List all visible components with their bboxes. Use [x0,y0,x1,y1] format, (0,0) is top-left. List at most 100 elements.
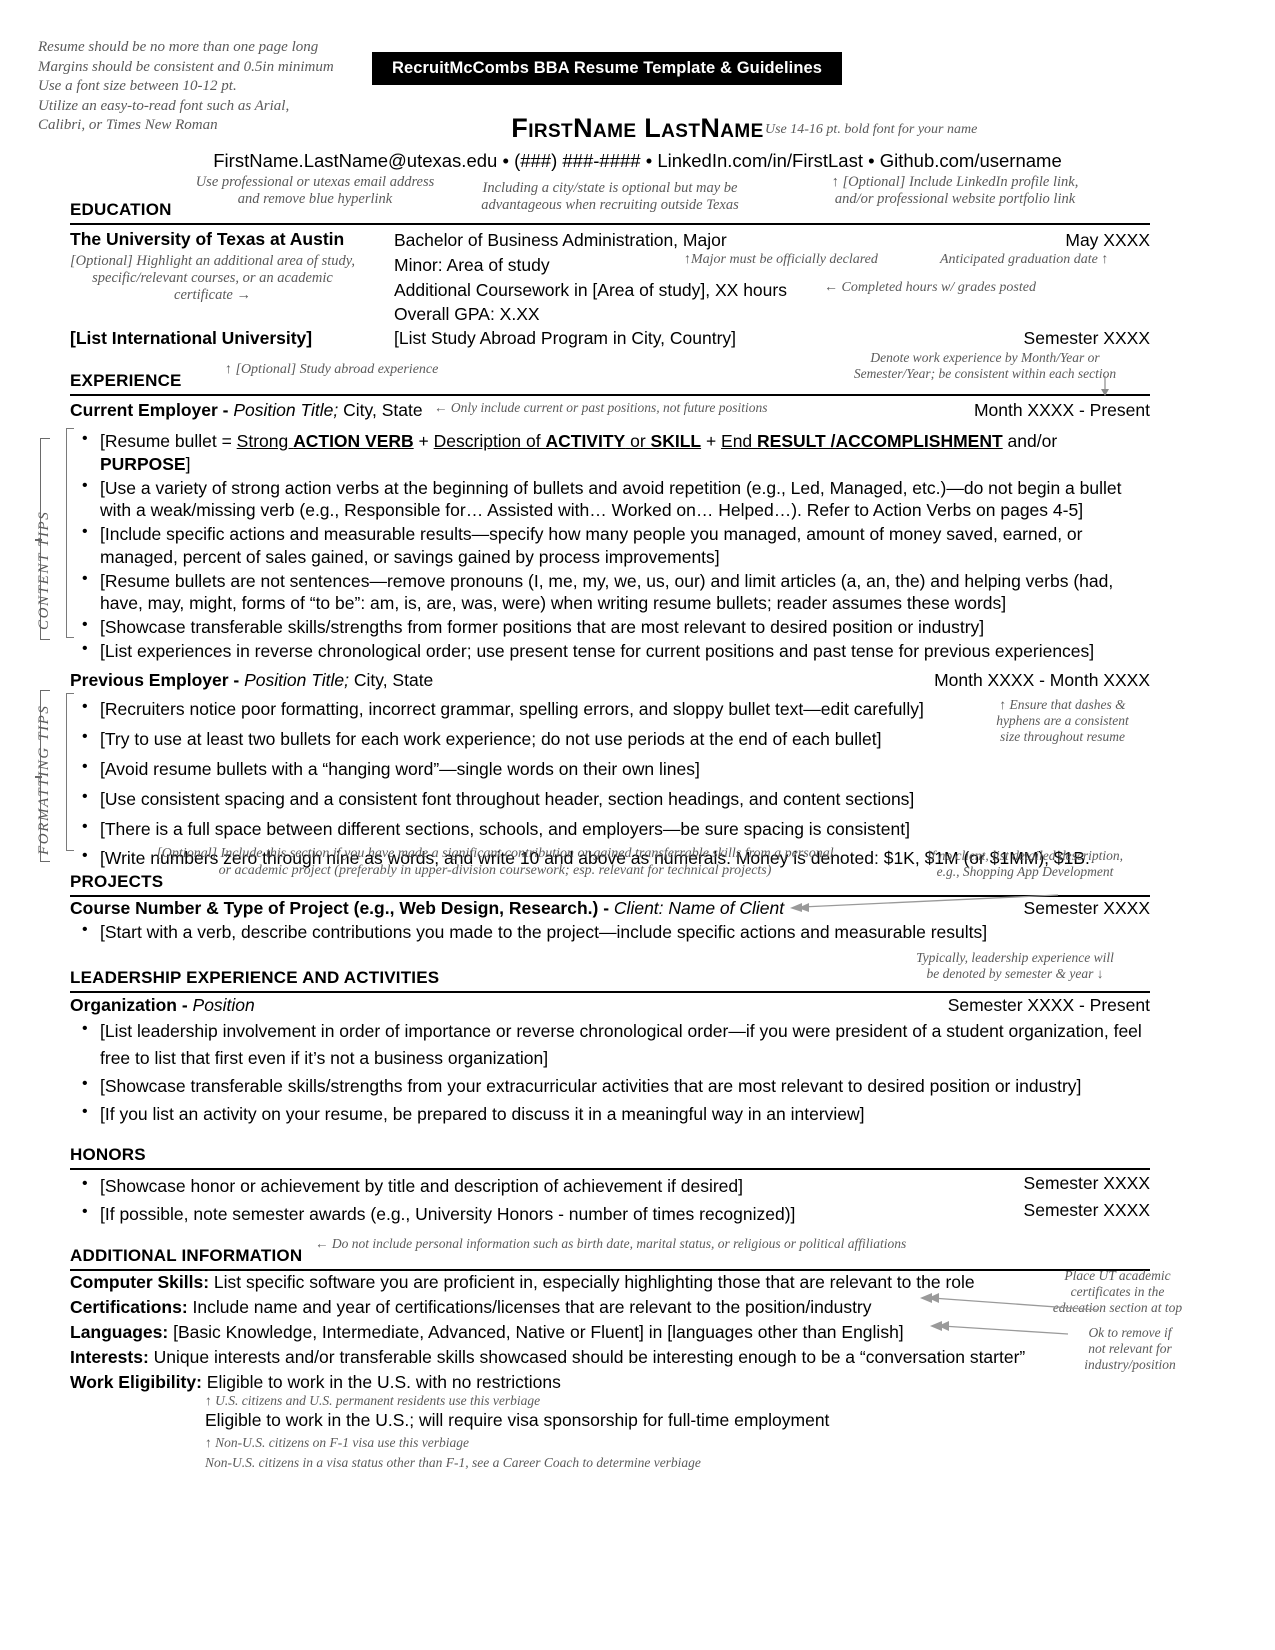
bullet-run: Description of [433,431,546,451]
value: Unique interests and/or transferable ski… [148,1347,1026,1367]
other-visa-verbiage-note: Non-U.S. citizens in a visa status other… [205,1455,701,1470]
list-item: [Showcase transferable skills/strengths … [78,1072,1150,1100]
list-item: [If possible, note semester awards (e.g.… [78,1200,978,1228]
bullet-run: Strong [236,431,294,451]
list-item: [List leadership involvement in order of… [78,1017,1150,1072]
list-item: [List experiences in reverse chronologic… [78,639,1150,663]
previous-employer-date: Month XXXX - Month XXXX [934,670,1150,690]
sep: - [217,400,234,420]
section-heading-projects: PROJECTS [70,872,164,891]
section-heading-experience: EXPERIENCE [70,371,182,390]
section-divider-additional [70,1269,1150,1271]
languages-remove-note: Ok to remove if not relevant for industr… [1084,1325,1176,1372]
value: Eligible to work in the U.S. with no res… [201,1372,561,1392]
completed-hours-note: ← Completed hours w/ grades posted [824,280,1036,295]
current-location: City, State [338,400,423,420]
section-divider-leadership [70,991,1150,993]
previous-location: City, State [349,670,434,690]
education-minor: Minor: Area of study [394,255,550,275]
current-position-title: Position Title; [233,400,339,420]
project-title-bold: Course Number & Type of Project (e.g., W… [70,898,599,918]
previous-employer-name: Previous Employer [70,670,229,690]
sep: - [176,995,193,1015]
value: [Basic Knowledge, Intermediate, Advanced… [168,1322,904,1342]
bullet-run: and/or [1002,431,1058,451]
current-employer-line: Current Employer - Position Title; City,… [70,400,423,421]
section-divider-experience [70,394,1150,396]
honors-date-1: Semester XXXX [1023,1200,1150,1220]
list-item: [Showcase honor or achievement by title … [78,1172,978,1200]
side-label-content-tips: CONTENT TIPS [36,510,52,630]
list-item: [Showcase transferable skills/strengths … [78,615,1150,639]
previous-position-title: Position Title; [244,670,349,690]
contact-line: FirstName.LastName@utexas.edu • (###) ##… [213,150,1062,171]
side-label-formatting-tips: FORMATTING TIPS [36,704,52,855]
leadership-date: Semester XXXX - Present [947,995,1150,1015]
list-item: [Avoid resume bullets with a “hanging wo… [78,754,1150,784]
additional-row-computer-skills: Computer Skills: List specific software … [70,1272,1030,1293]
label: Languages: [70,1322,169,1342]
list-item: [Resume bullets are not sentences—remove… [78,569,1150,616]
projects-optional-note: [Optional] Include this section if you h… [156,846,834,878]
section-heading-honors: HONORS [70,1145,146,1164]
additional-row-certifications: Certifications: Include name and year of… [70,1297,1030,1318]
current-position-note: ← Only include current or past positions… [434,400,768,415]
linkedin-note: ↑ [Optional] Include LinkedIn profile li… [831,174,1079,208]
additional-row-interests: Interests: Unique interests and/or trans… [70,1347,1080,1368]
honors-bullets: [Showcase honor or achievement by title … [78,1172,978,1229]
major-declared-note: ↑Major must be officially declared [684,252,878,267]
section-heading-education: EDUCATION [70,200,172,219]
resume-template-page: Resume should be no more than one page l… [0,0,1275,1650]
city-state-note: Including a city/state is optional but m… [481,180,739,214]
project-client-arrow-icon [790,894,1059,912]
email-note: Use professional or utexas email address… [195,174,435,208]
list-item: [Use a variety of strong action verbs at… [78,476,1150,523]
education-optional-note: [Optional] Highlight an additional area … [69,253,356,304]
current-employer-date: Month XXXX - Present [973,400,1150,420]
graduation-date-note: Anticipated graduation date ↑ [940,252,1109,267]
current-employer-name: Current Employer [70,400,218,420]
previous-employer-line: Previous Employer - Position Title; City… [70,670,433,691]
education-gpa: Overall GPA: X.XX [394,304,540,324]
education-degree: Bachelor of Business Administration, Maj… [394,230,727,250]
additional-row-work-eligibility: Work Eligibility: Eligible to work in th… [70,1372,1030,1393]
section-divider-education [70,223,1150,225]
label: Certifications: [70,1297,188,1317]
list-item: [Try to use at least two bullets for eac… [78,724,1150,754]
section-divider-honors [70,1168,1150,1170]
list-item: [Recruiters notice poor formatting, inco… [78,694,1150,724]
content-tips-bracket [66,428,74,638]
bullet-run: End [721,431,758,451]
bullet-run: PURPOSE [100,453,186,474]
sep: - [228,670,245,690]
education-date: May XXXX [1065,230,1150,250]
list-item: [Use consistent spacing and a consistent… [78,784,1150,814]
name-font-note: Use 14-16 pt. bold font for your name [765,122,978,137]
certifications-arrow-icon [920,1293,1099,1311]
current-employer-bullets: [Resume bullet = Strong ACTION VERB + De… [78,429,1150,664]
honors-date-0: Semester XXXX [1023,1173,1150,1193]
formatting-tips-bracket [66,693,74,851]
document-title-banner: RecruitMcCombs BBA Resume Template & Gui… [372,52,842,85]
education-coursework: Additional Coursework in [Area of study]… [394,280,787,300]
bullet-run: + [701,431,722,451]
label: Interests: [70,1347,149,1367]
projects-client-note: If no client, list detailed description,… [926,848,1124,879]
bullet-run: ACTIVITY [545,431,626,451]
date-note-arrow-icon [1101,376,1109,396]
project-title-line: Course Number & Type of Project (e.g., W… [70,898,784,919]
bullet-run: RESULT /ACCOMPLISHMENT [757,431,1003,451]
education-abroad-date: Semester XXXX [1023,328,1150,348]
list-item: [Start with a verb, describe contributio… [78,920,1150,944]
visa-sponsorship-line: Eligible to work in the U.S.; will requi… [205,1410,830,1430]
bullet-run: ACTION VERB [293,431,414,451]
label: Computer Skills: [70,1272,210,1292]
leadership-bullets: [List leadership involvement in order of… [78,1017,1150,1130]
page-title: FirstName LastName [511,113,764,143]
study-abroad-note: ↑ [Optional] Study abroad experience [225,362,439,377]
bullet-run: SKILL [650,431,702,451]
education-school: The University of Texas at Austin [70,229,345,249]
project-client: Client: Name of Client [613,898,785,918]
education-abroad-school: [List International University] [70,328,313,348]
section-heading-leadership: LEADERSHIP EXPERIENCE AND ACTIVITIES [70,968,440,987]
